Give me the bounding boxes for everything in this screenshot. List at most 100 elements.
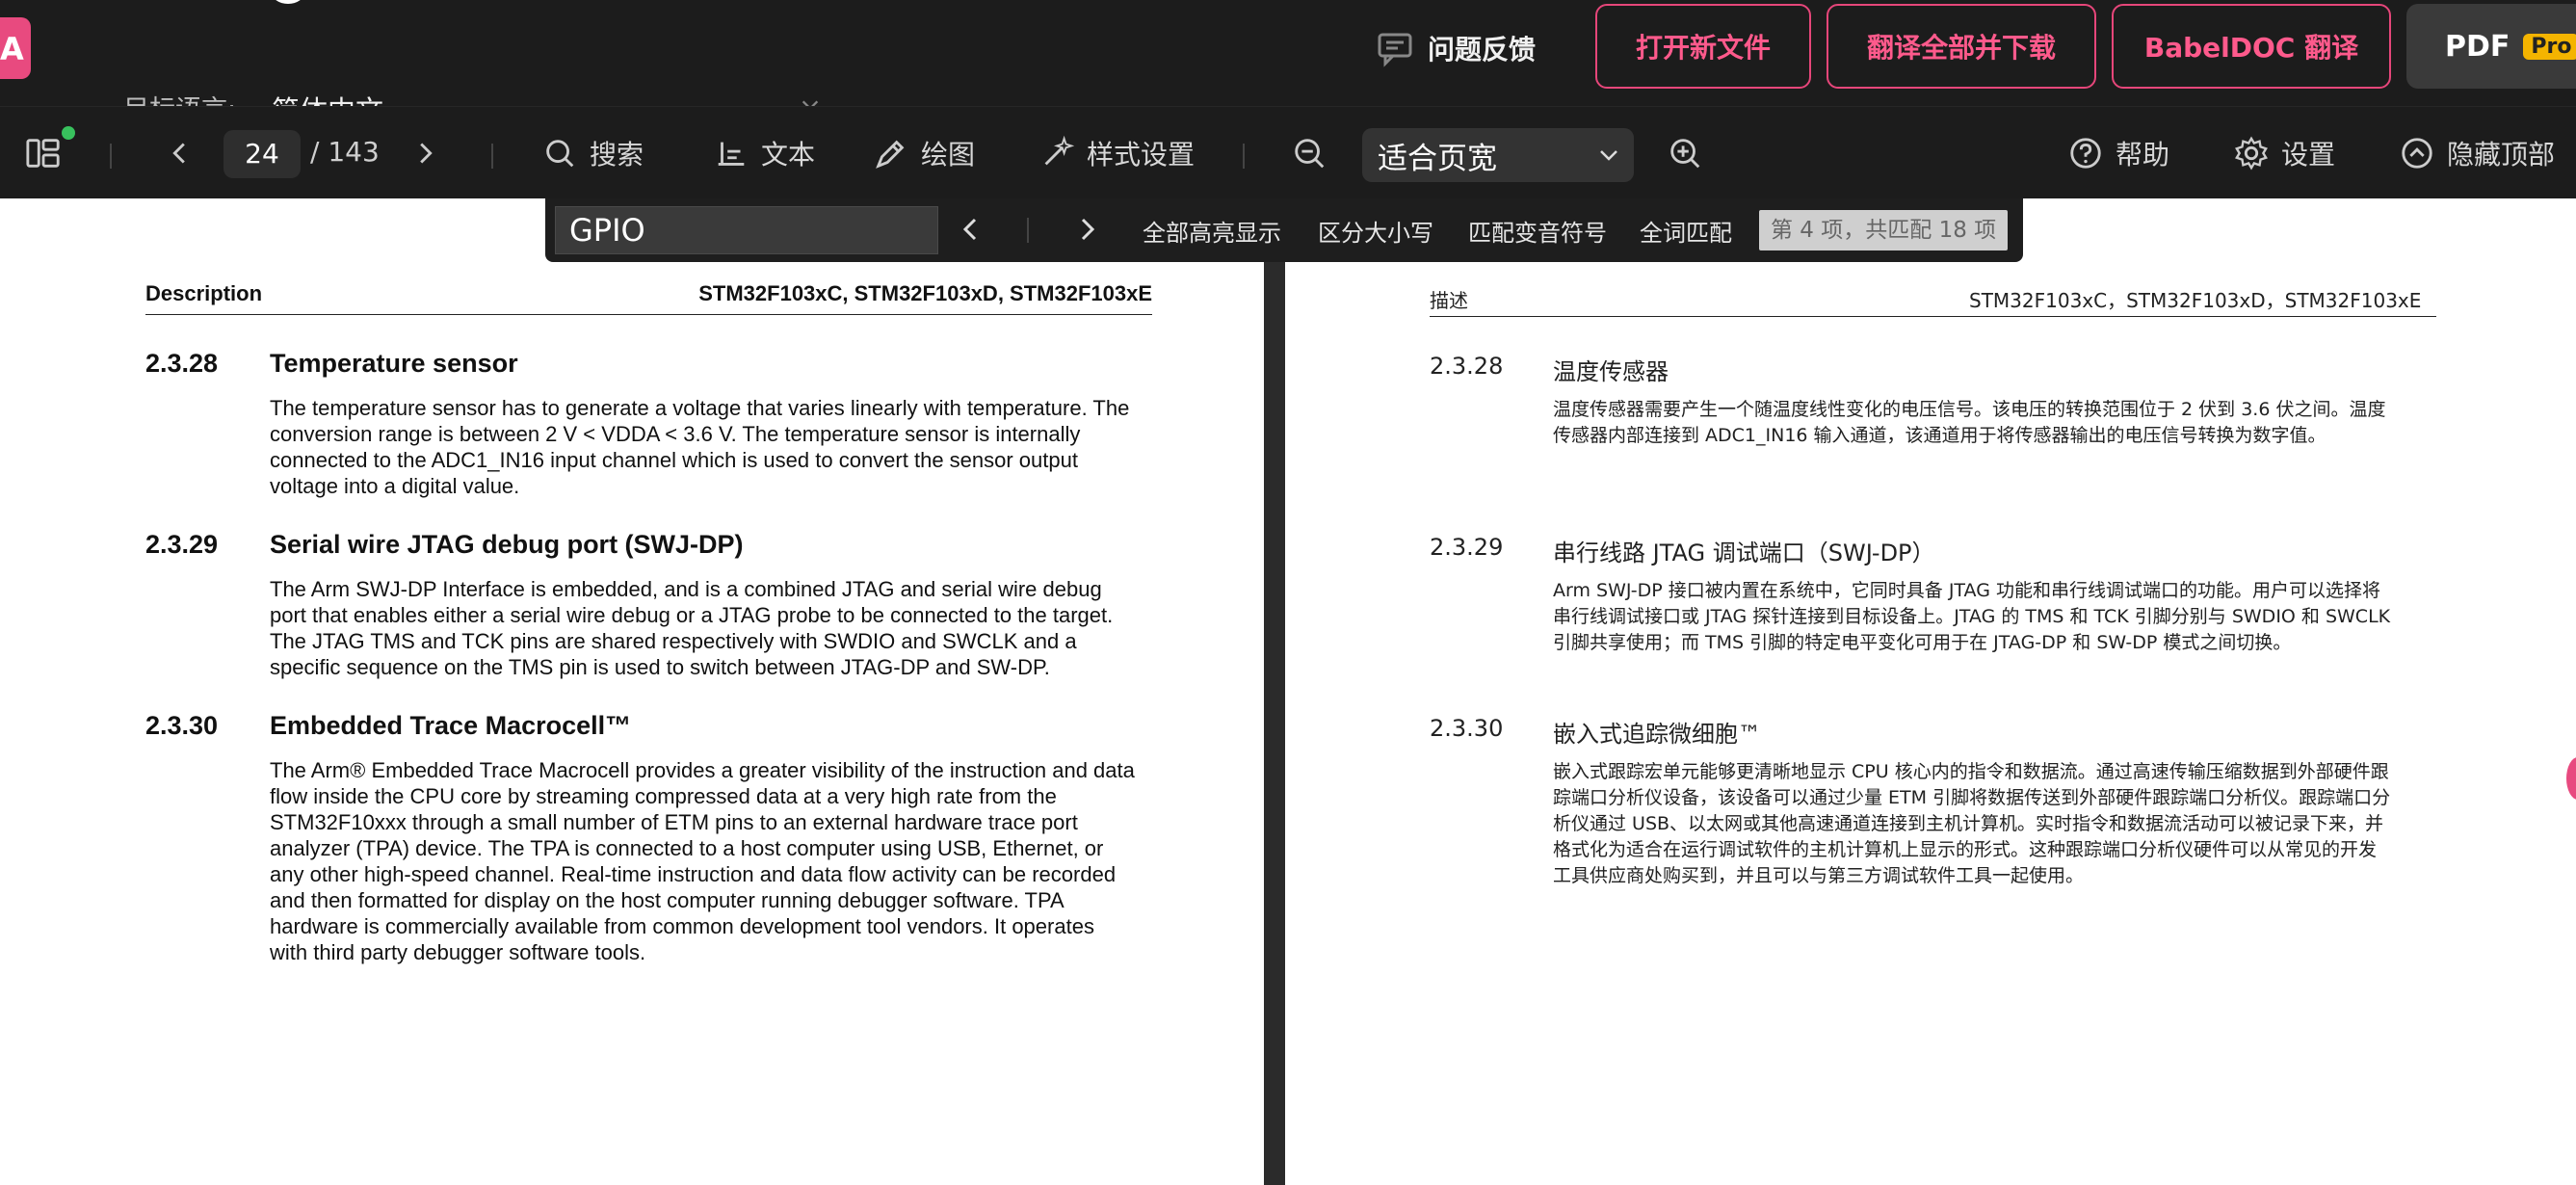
body-line: specific sequence on the TMS pin is used…	[270, 655, 1050, 679]
section-body: Arm SWJ-DP 接口被内置在系统中，它同时具备 JTAG 功能和串行线调试…	[1553, 578, 2439, 656]
draw-tool-button[interactable]: 绘图	[873, 107, 975, 199]
previous-match-icon[interactable]	[954, 212, 988, 247]
zoom-in-icon	[1670, 139, 1700, 169]
page-total: / 143	[310, 136, 380, 168]
pro-badge: Pro	[2523, 33, 2576, 60]
hide-top-button[interactable]: 隐藏顶部	[2399, 107, 2555, 199]
next-page-button[interactable]	[407, 107, 443, 199]
body-line: The JTAG TMS and TCK pins are shared res…	[270, 629, 1077, 653]
zoom-select[interactable]: 适合页宽	[1362, 128, 1634, 182]
search-icon	[546, 140, 574, 168]
app-logo[interactable]: A	[0, 17, 31, 79]
body-line: with third party debugger software tools…	[270, 940, 646, 964]
body-line: flow inside the CPU core by streaming co…	[270, 784, 1057, 808]
settings-button[interactable]: 设置	[2233, 107, 2335, 199]
body-line: Arm SWJ-DP 接口被内置在系统中，它同时具备 JTAG 功能和串行线调试…	[1553, 580, 2380, 601]
body-line: The Arm SWJ-DP Interface is embedded, an…	[270, 577, 1102, 601]
prev-page-button[interactable]	[162, 107, 198, 199]
style-settings-button[interactable]: 样式设置	[1038, 107, 1195, 199]
section-number: 2.3.29	[1430, 534, 1504, 561]
pen-icon	[876, 140, 905, 169]
translate-all-button[interactable]: 翻译全部并下载	[1827, 4, 2096, 89]
find-bar: 全部高亮显示 区分大小写 匹配变音符号 全词匹配 第 4 项，共匹配 18 项	[545, 198, 2023, 262]
zoom-out-button[interactable]	[1291, 107, 1327, 199]
babeldoc-translate-button[interactable]: BabelDOC 翻译	[2112, 4, 2391, 89]
text-tool-button[interactable]: 文本	[713, 107, 815, 199]
search-button[interactable]: 搜索	[541, 107, 644, 199]
body-line: any other high-speed channel. Real-time …	[270, 862, 1117, 886]
feedback-button[interactable]: 问题反馈	[1376, 25, 1536, 71]
section-body: 嵌入式跟踪宏单元能够更清晰地显示 CPU 核心内的指令和数据流。通过高速传输压缩…	[1553, 759, 2439, 889]
whole-words-toggle[interactable]: 全词匹配	[1640, 214, 1732, 248]
page-number-input[interactable]: 24	[223, 130, 301, 178]
match-count-badge: 第 4 项，共匹配 18 项	[1759, 210, 2009, 250]
toolbar-divider	[110, 144, 112, 169]
section-body: 温度传感器需要产生一个随温度线性变化的电压信号。该电压的转换范围位于 2 伏到 …	[1553, 397, 2439, 449]
page-header-part-numbers: STM32F103xC，STM32F103xD，STM32F103xE	[1969, 289, 2422, 312]
feedback-label: 问题反馈	[1428, 34, 1537, 66]
match-case-toggle[interactable]: 区分大小写	[1318, 214, 1433, 248]
section-body: The Arm® Embedded Trace Macrocell provid…	[270, 757, 1137, 965]
search-label: 搜索	[590, 139, 644, 171]
next-match-icon[interactable]	[1069, 212, 1104, 247]
draw-label: 绘图	[921, 139, 976, 171]
header-rule	[1430, 316, 2436, 317]
hide-top-label: 隐藏顶部	[2447, 139, 2556, 171]
page-header-description: 描述	[1430, 289, 1468, 312]
translated-page: 描述 STM32F103xC，STM32F103xD，STM32F103xE 2…	[1285, 198, 2576, 1185]
body-line: and then formatted for display on the ho…	[270, 888, 1065, 912]
section-title: 嵌入式追踪微细胞™	[1553, 721, 1761, 748]
body-line: 格式化为适合在运行调试软件的主机计算机上显示的形式。这种跟踪端口分析仪硬件可以从…	[1553, 839, 2378, 860]
chevron-down-icon	[1600, 150, 1617, 161]
page-header-part-numbers: STM32F103xC, STM32F103xD, STM32F103xE	[698, 281, 1152, 305]
findbar-divider	[1027, 218, 1029, 243]
body-line: conversion range is between 2 V < VDDA <…	[270, 422, 1081, 446]
help-label: 帮助	[2116, 139, 2170, 171]
text-cursor-icon	[718, 142, 745, 166]
header-rule	[145, 314, 1152, 315]
body-line: 嵌入式跟踪宏单元能够更清晰地显示 CPU 核心内的指令和数据流。通过高速传输压缩…	[1553, 761, 2389, 782]
status-dot-icon	[62, 126, 75, 140]
toolbar-divider	[1243, 144, 1245, 169]
help-button[interactable]: 帮助	[2067, 107, 2169, 199]
gear-icon	[2235, 136, 2268, 171]
magic-wand-icon	[1044, 135, 1075, 166]
sidebar-toggle-button[interactable]	[25, 107, 62, 199]
settings-label: 设置	[2281, 139, 2336, 171]
section-title: Serial wire JTAG debug port (SWJ-DP)	[270, 530, 744, 559]
app-logo-letter: A	[0, 31, 24, 67]
body-line: The temperature sensor has to generate a…	[270, 396, 1130, 420]
body-line: connected to the ADC1_IN16 input channel…	[270, 448, 1078, 472]
zoom-in-button[interactable]	[1667, 107, 1703, 199]
body-line: 踪端口分析仪设备，该设备可以通过少量 ETM 引脚将数据传送到外部硬件跟踪端口分…	[1553, 787, 2391, 808]
section-title: Temperature sensor	[270, 349, 518, 378]
body-line: 温度传感器需要产生一个随温度线性变化的电压信号。该电压的转换范围位于 2 伏到 …	[1553, 399, 2386, 420]
chevron-left-icon	[172, 143, 185, 164]
section-title: 串行线路 JTAG 调试端口（SWJ-DP）	[1553, 540, 1935, 566]
body-line: 工具供应商处购买到，并且可以与第三方调试软件工具一起使用。	[1553, 865, 2085, 886]
toolbar-divider	[491, 144, 493, 169]
body-line: 串行线调试接口或 JTAG 探针连接到目标设备上。JTAG 的 TMS 和 TC…	[1553, 606, 2391, 627]
text-label: 文本	[761, 139, 816, 171]
section-number: 2.3.30	[1430, 715, 1504, 742]
body-line: hardware is commercially available from …	[270, 914, 1094, 938]
pdf-pro-button[interactable]: PDF Pro	[2406, 4, 2576, 89]
zoom-out-icon	[1295, 139, 1325, 169]
body-line: 传感器内部连接到 ADC1_IN16 输入通道，该通道用于将传感器输出的电压信号…	[1553, 425, 2326, 446]
body-line: analyzer (TPA) device. The TPA is connec…	[270, 836, 1104, 860]
toolbar: 24 / 143 搜索 文本 绘图 样式设置 适合页宽 帮助 设置 隐藏顶部	[0, 106, 2576, 198]
section-body: The Arm SWJ-DP Interface is embedded, an…	[270, 576, 1137, 680]
search-input[interactable]	[555, 206, 938, 254]
highlight-all-toggle[interactable]: 全部高亮显示	[1143, 214, 1281, 248]
body-line: voltage into a digital value.	[270, 474, 520, 498]
section-title: 温度传感器	[1553, 358, 1669, 385]
help-icon	[2070, 138, 2101, 169]
section-title: Embedded Trace Macrocell™	[270, 711, 632, 740]
match-diacritics-toggle[interactable]: 匹配变音符号	[1468, 214, 1607, 248]
body-line: 析仪通过 USB、以太网或其他高速通道连接到主机计算机。实时指令和数据流活动可以…	[1553, 813, 2384, 834]
pdf-label: PDF	[2445, 29, 2510, 64]
open-file-button[interactable]: 打开新文件	[1595, 4, 1811, 89]
body-line: STM32F10xxx through a small number of ET…	[270, 810, 1078, 834]
body-line: port that enables either a serial wire d…	[270, 603, 1114, 627]
body-line: The Arm® Embedded Trace Macrocell provid…	[270, 758, 1135, 782]
